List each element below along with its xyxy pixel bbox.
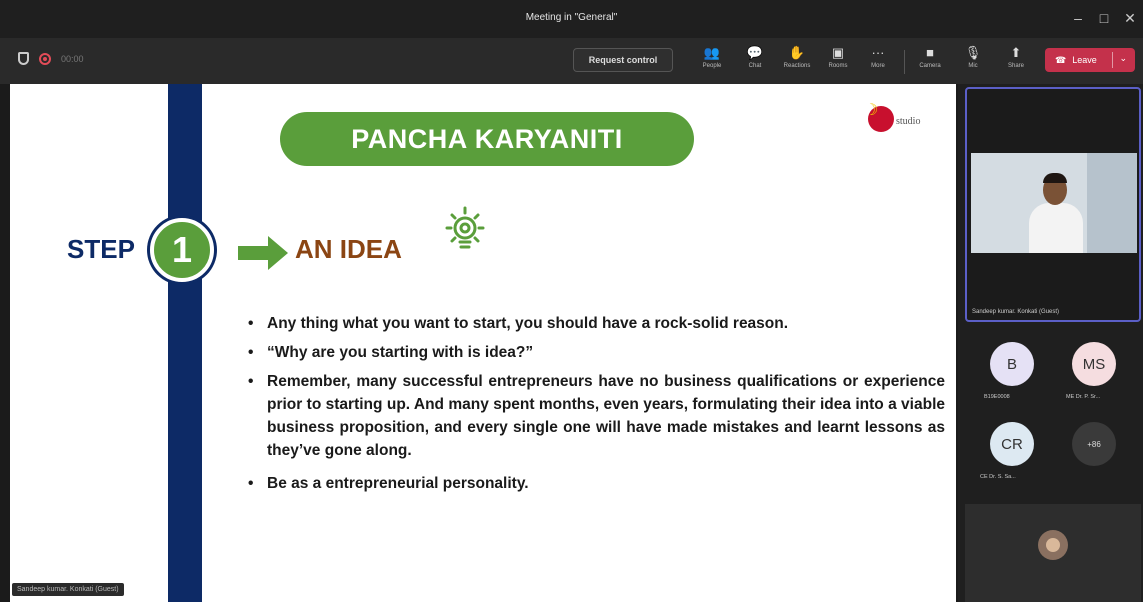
minimize-button[interactable]: – <box>1066 10 1090 26</box>
people-button[interactable]: 👥 People <box>694 43 730 79</box>
recording-icon <box>39 52 51 65</box>
bullet-item: “Why are you starting with is idea?” <box>245 341 945 364</box>
participant-video-tile[interactable]: Sandeep kumar. Konkati (Guest) <box>965 87 1141 322</box>
shared-slide: PANCHA KARYANITI ☽ studio STEP 1 AN IDEA… <box>10 84 956 602</box>
avatar-label: CE Dr. S. Sa... <box>980 474 1016 480</box>
leave-button[interactable]: ☎ Leave ⌄ <box>1045 48 1135 72</box>
leave-label: Leave <box>1072 55 1097 65</box>
idea-heading: AN IDEA <box>295 234 402 264</box>
window-title: Meeting in "General" <box>525 12 618 23</box>
toolbar-divider <box>904 50 905 74</box>
presenter-name-tag: Sandeep kumar. Konkati (Guest) <box>12 583 124 596</box>
close-button[interactable]: ✕ <box>1118 10 1142 27</box>
participant-name: Sandeep kumar. Konkati (Guest) <box>972 309 1060 315</box>
title-bar: Meeting in "General" – □ ✕ <box>0 0 1143 38</box>
more-icon: ··· <box>871 45 885 60</box>
meeting-toolbar: 00:00 Request control 👥 People 💬 Chat ✋ … <box>0 38 1143 84</box>
chat-icon: 💬 <box>746 45 764 60</box>
maximize-button[interactable]: □ <box>1092 10 1116 26</box>
bullet-item: Be as a entrepreneurial personality. <box>245 472 945 495</box>
self-preview-tile <box>965 504 1141 602</box>
avatar[interactable]: MS <box>1072 342 1116 386</box>
camera-icon: ■ <box>926 45 934 60</box>
participants-panel: Sandeep kumar. Konkati (Guest) B B19E000… <box>958 84 1143 602</box>
mic-icon: 🎙 <box>964 45 982 60</box>
shield-icon <box>18 52 29 65</box>
slide-vertical-bar <box>168 84 202 602</box>
avatar[interactable]: B <box>990 342 1034 386</box>
reactions-button[interactable]: ✋ Reactions <box>779 43 815 79</box>
bullet-item: Any thing what you want to start, you sh… <box>245 312 945 335</box>
avatar <box>1038 530 1068 560</box>
chat-button[interactable]: 💬 Chat <box>737 43 773 79</box>
avatar[interactable]: CR <box>990 422 1034 466</box>
rooms-button[interactable]: ▣ Rooms <box>820 43 856 79</box>
bullet-item: Remember, many successful entrepreneurs … <box>245 370 945 462</box>
phone-hangup-icon: ☎ <box>1055 54 1067 65</box>
reactions-icon: ✋ <box>788 45 806 60</box>
slide-bullet-list: Any thing what you want to start, you sh… <box>245 312 945 501</box>
more-button[interactable]: ··· More <box>860 43 896 79</box>
rooms-icon: ▣ <box>831 45 845 60</box>
share-button[interactable]: ⬆ Share <box>998 43 1034 79</box>
slide-title: PANCHA KARYANITI <box>280 112 694 166</box>
meeting-timer: 00:00 <box>61 53 84 64</box>
step-label: STEP <box>67 234 135 264</box>
studio-logo: ☽ studio <box>862 96 942 140</box>
arrow-right-icon <box>238 236 288 270</box>
share-icon: ⬆ <box>1010 45 1022 60</box>
avatar-label: B19E0008 <box>984 394 1010 400</box>
step-number: 1 <box>150 218 214 282</box>
lightbulb-icon <box>445 206 485 249</box>
more-participants-button[interactable]: +86 <box>1072 422 1116 466</box>
chevron-down-icon[interactable]: ⌄ <box>1119 53 1127 64</box>
camera-button[interactable]: ■ Camera <box>912 43 948 79</box>
participant-video <box>971 153 1137 253</box>
people-icon: 👥 <box>703 45 721 60</box>
mic-button[interactable]: 🎙 Mic <box>955 43 991 79</box>
avatar-label: ME Dr. P. Sr... <box>1066 394 1101 400</box>
request-control-button[interactable]: Request control <box>573 48 673 72</box>
